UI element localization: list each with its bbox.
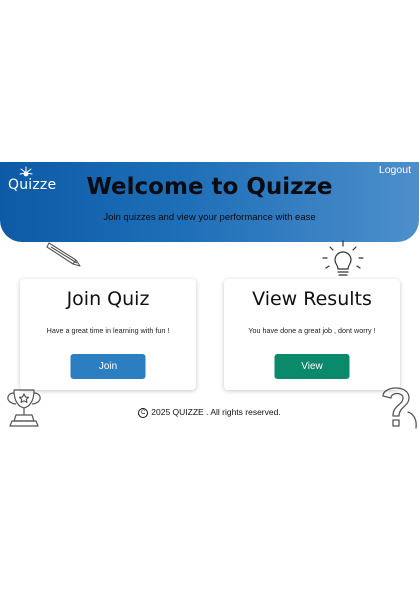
view-results-title: View Results [252,288,372,310]
join-quiz-card: Join Quiz Have a great time in learning … [20,279,196,390]
footer: C 2025 QUIZZE . All rights reserved. [0,407,419,418]
join-quiz-title: Join Quiz [66,288,150,310]
join-quiz-text: Have a great time in learning with fun ! [46,326,170,335]
join-button[interactable]: Join [70,354,146,379]
header-banner: Quizze Logout Welcome to Quizze Join qui… [0,162,419,242]
page-subtitle: Join quizzes and view your performance w… [103,212,316,223]
lightbulb-icon [322,240,364,276]
view-results-card: View Results You have done a great job ,… [224,279,400,390]
copyright-icon: C [138,407,149,418]
view-button[interactable]: View [274,354,350,379]
view-results-text: You have done a great job , dont worry ! [248,326,376,335]
page-title: Welcome to Quizze [86,174,333,200]
footer-text: 2025 QUIZZE . All rights reserved. [151,407,281,417]
pencil-icon [46,242,81,267]
